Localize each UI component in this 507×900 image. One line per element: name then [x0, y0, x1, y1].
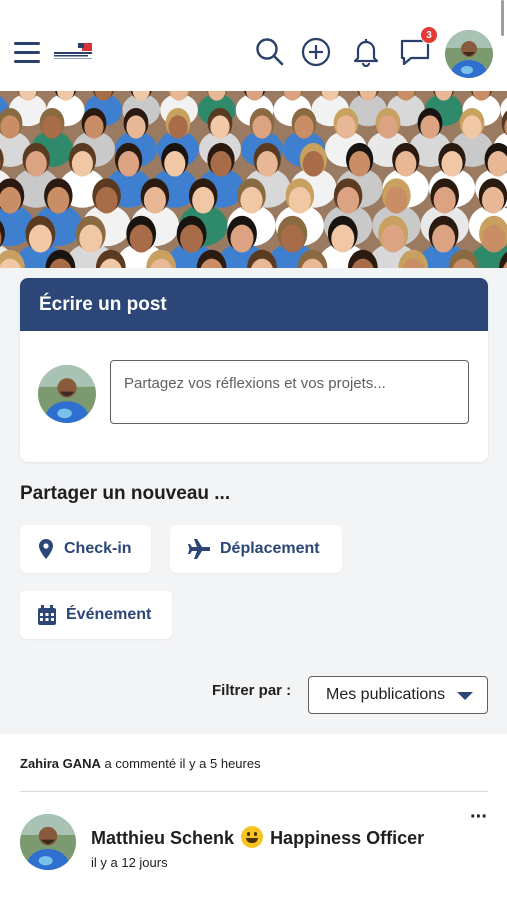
post-author[interactable]: Matthieu Schenk Happiness Officer: [91, 826, 424, 849]
crowd-person-face: [256, 151, 278, 177]
crowd-person-face: [164, 151, 186, 177]
crowd-person-face: [143, 186, 166, 214]
brand-logo[interactable]: [54, 43, 94, 63]
crowd-person-face: [482, 224, 506, 253]
post-input[interactable]: Partagez vos réflexions et vos projets..…: [110, 360, 469, 424]
crowd-person-face: [280, 224, 304, 253]
crowd-person-face: [441, 151, 463, 177]
crowd-person-face: [331, 224, 355, 253]
user-avatar[interactable]: [445, 30, 493, 78]
post-time: il y a 12 jours: [91, 855, 168, 870]
post-author-name: Matthieu Schenk: [91, 828, 235, 848]
crowd-person-face: [349, 151, 371, 177]
crowd-person-face: [71, 151, 93, 177]
crowd-person-face: [210, 151, 232, 177]
crowd-person-face: [385, 186, 408, 214]
post-author-role: Happiness Officer: [270, 828, 425, 848]
crowd-person-face: [129, 224, 153, 253]
top-bar: 3: [0, 0, 507, 91]
plane-icon: [188, 539, 210, 559]
filter-select[interactable]: Mes publications: [308, 676, 488, 714]
event-button[interactable]: Événement: [20, 591, 172, 639]
filter-label: Filtrer par :: [212, 682, 292, 699]
search-icon[interactable]: [253, 35, 287, 69]
crowd-person-face: [294, 115, 314, 139]
post-composer-card: Écrire un post Partagez vos réflexions e…: [20, 278, 488, 462]
crowd-person-face: [95, 186, 118, 214]
crowd-person-face: [240, 186, 263, 214]
checkin-label: Check-in: [64, 540, 132, 557]
crowd-person-face: [395, 151, 417, 177]
crowd-person-face: [168, 115, 188, 139]
crowd-person-face: [79, 224, 103, 253]
notification-badge: 3: [420, 26, 438, 44]
crowd-person-face: [381, 224, 405, 253]
crowd-person-face: [420, 115, 440, 139]
crowd-person-face: [192, 186, 215, 214]
crowd-person-face: [252, 115, 272, 139]
crowd-person-face: [42, 115, 62, 139]
crowd-person-face: [288, 186, 311, 214]
map-pin-icon: [39, 539, 53, 559]
composer-title: Écrire un post: [20, 278, 488, 331]
plus-circle-icon[interactable]: [299, 35, 333, 69]
composer-avatar: [38, 365, 96, 423]
crowd-person-face: [230, 224, 254, 253]
activity-line: Zahira GANA a commenté il y a 5 heures: [20, 756, 261, 771]
smile-emoji-icon: [241, 826, 264, 848]
share-title: Partager un nouveau ...: [20, 483, 231, 504]
crowd-person-face: [210, 115, 230, 139]
crowd-person-face: [118, 151, 140, 177]
bell-icon[interactable]: [349, 35, 383, 69]
scrollbar[interactable]: [501, 0, 504, 36]
crowd-person-face: [462, 115, 482, 139]
activity-text: a commenté il y a 5 heures: [100, 756, 261, 771]
trip-button[interactable]: Déplacement: [170, 525, 342, 573]
crowd-person-face: [433, 186, 456, 214]
cover-photo: [0, 91, 507, 268]
crowd-person-face: [481, 186, 505, 214]
more-options-icon[interactable]: ···: [470, 806, 488, 829]
crowd-person-face: [126, 115, 146, 139]
crowd-person-face: [180, 224, 204, 253]
menu-icon[interactable]: [14, 42, 40, 64]
crowd-person-face: [47, 186, 70, 214]
crowd-person-face: [336, 115, 356, 139]
crowd-person-face: [432, 224, 456, 253]
crowd-person-face: [28, 224, 52, 253]
filter-selected-value: Mes publications: [326, 686, 446, 703]
crowd-person-face: [337, 186, 360, 214]
divider: [20, 791, 488, 792]
crowd-person-face: [302, 151, 324, 177]
crowd-person-face: [25, 151, 47, 177]
event-label: Événement: [66, 606, 152, 623]
chevron-down-icon: [457, 692, 473, 700]
crowd-person-face: [84, 115, 104, 139]
calendar-icon: [38, 605, 56, 625]
checkin-button[interactable]: Check-in: [20, 525, 151, 573]
activity-user[interactable]: Zahira GANA: [20, 756, 101, 771]
trip-label: Déplacement: [220, 540, 320, 557]
crowd-person-face: [0, 115, 20, 139]
crowd-person-face: [378, 115, 398, 139]
post-author-avatar[interactable]: [20, 814, 76, 870]
crowd-person-face: [0, 186, 22, 214]
feed: Zahira GANA a commenté il y a 5 heures M…: [0, 734, 507, 900]
